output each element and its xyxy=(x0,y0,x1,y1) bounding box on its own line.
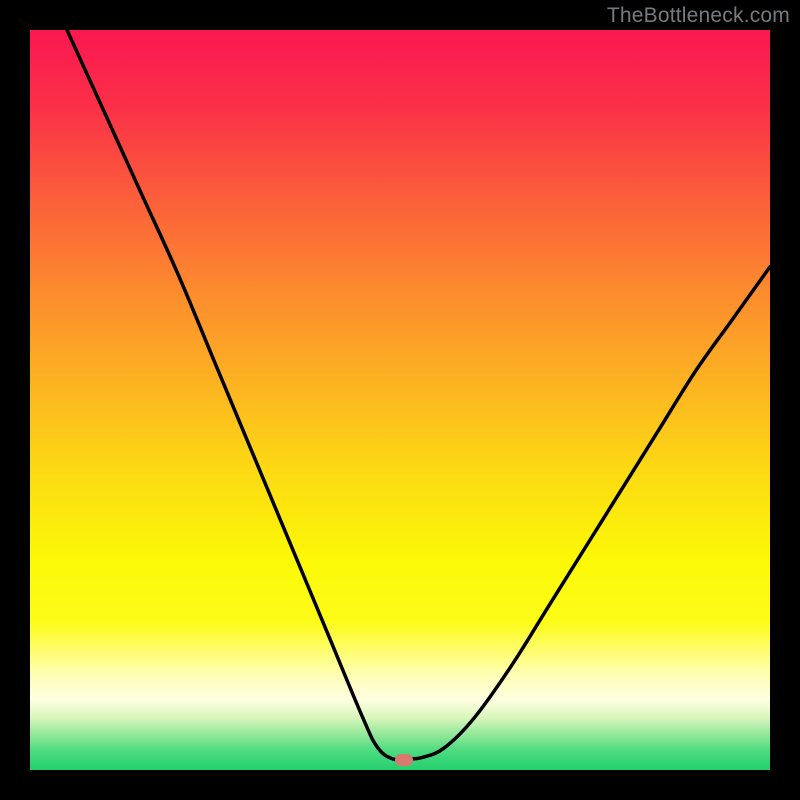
watermark-text: TheBottleneck.com xyxy=(607,4,790,28)
chart-frame: TheBottleneck.com xyxy=(0,0,800,800)
optimal-marker xyxy=(395,754,413,766)
plot-area xyxy=(30,30,770,770)
bottleneck-curve xyxy=(30,30,770,770)
